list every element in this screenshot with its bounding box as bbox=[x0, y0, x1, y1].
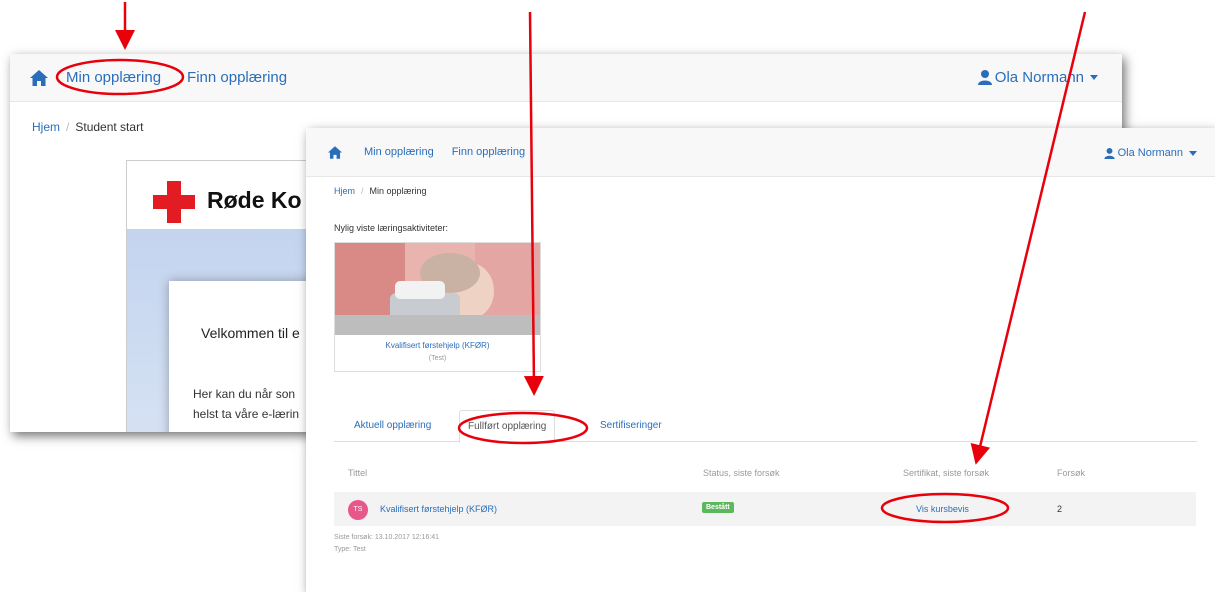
tab-fullfort-opplaering[interactable]: Fullført opplæring bbox=[459, 410, 556, 443]
welcome-heading: Velkommen til e bbox=[201, 325, 300, 341]
user-name: Ola Normann bbox=[994, 69, 1084, 86]
user-icon bbox=[1103, 147, 1115, 159]
breadcrumb-home[interactable]: Hjem bbox=[334, 186, 355, 196]
red-cross-logo bbox=[153, 181, 195, 223]
home-icon[interactable] bbox=[30, 69, 48, 86]
user-name: Ola Normann bbox=[1117, 147, 1183, 159]
user-icon bbox=[977, 70, 992, 85]
status-badge: Bestått bbox=[702, 502, 734, 513]
breadcrumb-current: Min opplæring bbox=[369, 186, 427, 196]
course-avatar: TS bbox=[348, 500, 368, 520]
column-header-certificate: Sertifikat, siste forsøk bbox=[903, 468, 990, 478]
recent-course-type: (Test) bbox=[428, 355, 447, 362]
logo-text: Røde Ko bbox=[207, 187, 302, 213]
user-menu[interactable]: Ola Normann bbox=[977, 69, 1098, 86]
nav-finn-opplaering[interactable]: Finn opplæring bbox=[187, 69, 287, 86]
home-icon[interactable] bbox=[328, 145, 342, 159]
tab-sertifiseringer[interactable]: Sertifiseringer bbox=[592, 410, 670, 442]
front-navbar: Min opplæring Finn opplæring bbox=[306, 128, 1215, 177]
nav-min-opplaering[interactable]: Min opplæring bbox=[364, 146, 434, 158]
tab-bar: Aktuell opplæring Fullført opplæring Ser… bbox=[334, 410, 1197, 443]
attempts-count: 2 bbox=[1057, 504, 1063, 514]
back-navbar: Min opplæring Finn opplæring bbox=[10, 54, 1122, 102]
rode-kors-panel: Røde Ko Velkommen til e Her kan du når s… bbox=[126, 160, 326, 432]
course-thumbnail bbox=[335, 243, 540, 335]
tab-aktuell-opplaering[interactable]: Aktuell opplæring bbox=[346, 410, 439, 442]
recent-activities-label: Nylig viste læringsaktiviteter: bbox=[334, 223, 449, 233]
welcome-text-line1: Her kan du når son bbox=[193, 387, 296, 401]
column-header-title: Tittel bbox=[348, 468, 368, 478]
breadcrumb: Hjem / Student start bbox=[32, 120, 144, 134]
last-attempt-text: Siste forsøk: 13.10.2017 12:16:41 bbox=[334, 534, 440, 541]
column-header-status: Status, siste forsøk bbox=[703, 468, 780, 478]
welcome-text-line2: helst ta våre e-lærin bbox=[193, 407, 300, 421]
recent-course-card[interactable]: Kvalifisert førstehjelp (KFØR) (Test) bbox=[334, 242, 541, 372]
caret-down-icon bbox=[1090, 75, 1098, 80]
front-window: Min opplæring Finn opplæring Ola Normann… bbox=[306, 128, 1215, 592]
caret-down-icon bbox=[1189, 150, 1197, 156]
row-course-title[interactable]: Kvalifisert førstehjelp (KFØR) bbox=[380, 504, 497, 514]
nav-finn-opplaering[interactable]: Finn opplæring bbox=[452, 146, 525, 158]
course-type-text: Type: Test bbox=[334, 546, 366, 553]
nav-min-opplaering[interactable]: Min opplæring bbox=[66, 69, 161, 86]
vis-kursbevis-link[interactable]: Vis kursbevis bbox=[916, 504, 969, 514]
user-menu[interactable]: Ola Normann bbox=[1103, 147, 1197, 159]
breadcrumb-current: Student start bbox=[75, 120, 144, 134]
recent-course-title[interactable]: Kvalifisert førstehjelp (KFØR) bbox=[335, 341, 540, 350]
breadcrumb-home[interactable]: Hjem bbox=[32, 120, 60, 134]
column-header-attempts: Forsøk bbox=[1057, 468, 1085, 478]
breadcrumb: Hjem / Min opplæring bbox=[334, 186, 427, 196]
welcome-card: Velkommen til e Her kan du når son helst… bbox=[169, 281, 325, 432]
